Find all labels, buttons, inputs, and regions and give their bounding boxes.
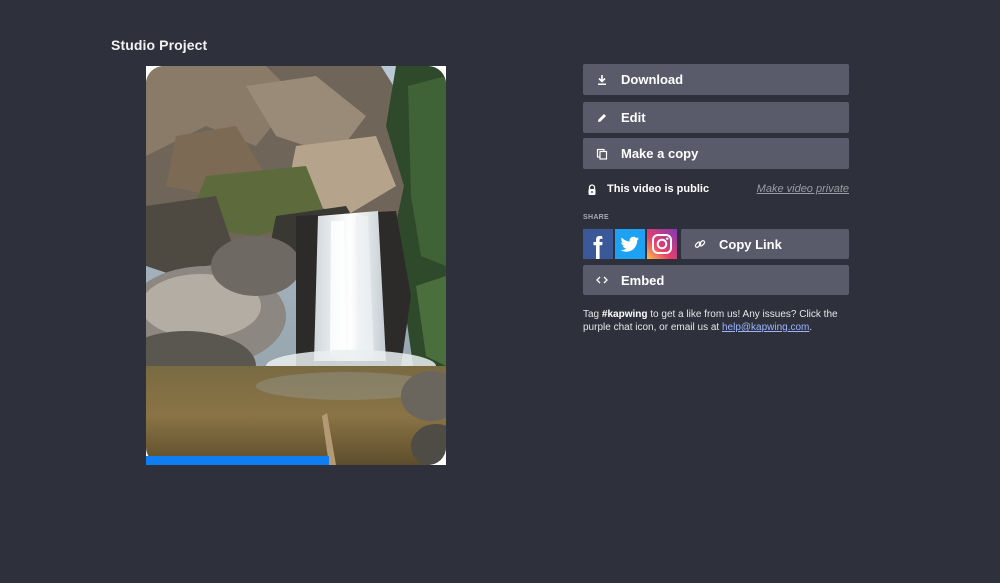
facebook-icon[interactable] (583, 229, 613, 259)
help-text: Tag #kapwing to get a like from us! Any … (583, 308, 853, 334)
video-player[interactable] (146, 66, 446, 465)
help-prefix: Tag (583, 309, 602, 320)
make-copy-label: Make a copy (621, 146, 699, 161)
code-brackets-icon (595, 273, 609, 287)
video-thumbnail (146, 66, 446, 465)
visibility-row: This video is public Make video private (583, 181, 849, 197)
download-button[interactable]: Download (583, 64, 849, 95)
copy-link-button[interactable]: Copy Link (681, 229, 849, 259)
copy-icon (595, 147, 609, 161)
make-private-link[interactable]: Make video private (757, 183, 849, 195)
help-email-link[interactable]: help@kapwing.com (722, 322, 809, 333)
embed-label: Embed (621, 272, 665, 288)
embed-button[interactable]: Embed (583, 265, 849, 295)
download-icon (595, 73, 609, 87)
twitter-icon[interactable] (615, 229, 645, 259)
help-suffix: . (809, 322, 813, 333)
make-copy-button[interactable]: Make a copy (583, 138, 849, 169)
pencil-icon (595, 111, 609, 125)
video-progress-bar[interactable] (146, 456, 329, 465)
copy-link-label: Copy Link (719, 236, 782, 252)
lock-icon (587, 183, 599, 195)
share-heading: SHARE (583, 214, 610, 221)
instagram-icon[interactable] (647, 229, 677, 259)
visibility-status: This video is public (607, 183, 710, 195)
page-title: Studio Project (111, 37, 208, 53)
edit-button[interactable]: Edit (583, 102, 849, 133)
hashtag: #kapwing (601, 309, 648, 320)
download-label: Download (621, 72, 684, 87)
edit-label: Edit (621, 110, 646, 125)
link-icon (693, 237, 707, 251)
